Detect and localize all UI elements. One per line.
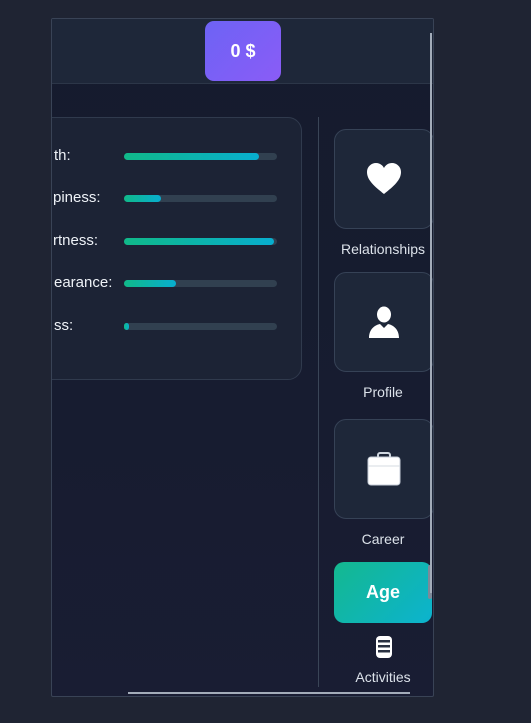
activities-label[interactable]: Activities [334, 669, 432, 685]
list-icon[interactable] [373, 635, 395, 659]
age-button[interactable]: Age [334, 562, 432, 623]
top-bar: 0 $ [52, 19, 433, 84]
relationships-button[interactable] [334, 129, 433, 229]
stat-progress-fill [124, 153, 259, 160]
career-label: Career [361, 531, 405, 547]
stat-progress-bar [124, 280, 277, 287]
stat-label: piness: [53, 189, 101, 206]
sidebar-divider [318, 117, 319, 687]
stat-progress-bar [124, 323, 277, 330]
stats-panel: th: piness: rtness: earance: ss: [52, 117, 302, 380]
stat-label: ss: [54, 317, 74, 334]
game-window: 0 $ th: piness: rtness: earance: ss: Rel… [51, 18, 434, 697]
money-button[interactable]: 0 $ [205, 21, 281, 81]
career-button[interactable] [334, 419, 433, 519]
stat-progress-fill [124, 280, 177, 287]
profile-button[interactable] [334, 272, 433, 372]
vertical-scrollbar[interactable] [430, 33, 432, 593]
stat-progress-bar [124, 153, 277, 160]
stat-progress-fill [124, 238, 274, 245]
stat-row: piness: [52, 187, 301, 209]
stat-label: earance: [54, 274, 113, 291]
person-icon [369, 306, 399, 338]
horizontal-scrollbar[interactable] [128, 692, 410, 694]
stat-progress-bar [124, 195, 277, 202]
stat-row: rtness: [52, 230, 301, 252]
briefcase-icon [367, 452, 401, 486]
stat-row: earance: [52, 272, 301, 294]
stat-progress-fill [124, 195, 161, 202]
stat-progress-fill [124, 323, 129, 330]
stat-row: th: [52, 145, 301, 167]
profile-label: Profile [363, 384, 403, 400]
stat-label: rtness: [53, 232, 99, 249]
heart-icon [367, 163, 401, 194]
stat-row: ss: [52, 315, 301, 337]
stat-progress-bar [124, 238, 277, 245]
relationships-label: Relationships [340, 241, 426, 257]
stat-label: th: [54, 147, 71, 164]
